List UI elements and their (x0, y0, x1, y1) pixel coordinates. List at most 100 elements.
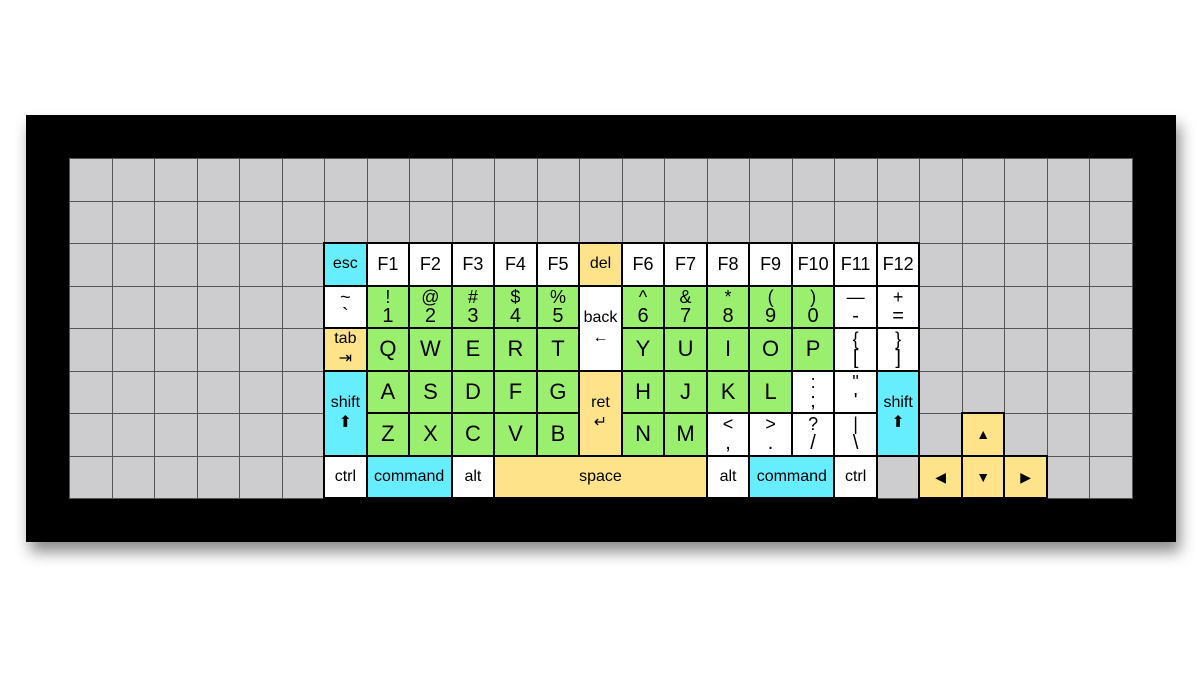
key-arrow-right[interactable]: ▶ (1003, 454, 1048, 499)
key-shift-right[interactable]: shift ⬆ (875, 369, 921, 457)
key-f9[interactable]: F9 (748, 242, 793, 287)
key-7[interactable]: & 7 (663, 284, 708, 329)
key-i[interactable]: I (705, 327, 751, 372)
key-g[interactable]: G (535, 369, 581, 414)
key-f2[interactable]: F2 (408, 242, 453, 287)
key-label: O (762, 336, 780, 362)
key-f10[interactable]: F10 (790, 242, 836, 287)
key-slash[interactable]: ? / (790, 412, 836, 457)
key-equals[interactable]: + = (875, 284, 921, 329)
key-f11[interactable]: F11 (833, 242, 878, 287)
key-backslash[interactable]: | \ (833, 412, 878, 457)
key-left-bracket[interactable]: {[ (833, 327, 878, 372)
key-9[interactable]: (9 (748, 284, 793, 329)
key-h[interactable]: H (620, 369, 666, 414)
key-del[interactable]: del (578, 242, 623, 287)
key-b[interactable]: B (535, 412, 581, 457)
key-j[interactable]: J (663, 369, 708, 414)
key-shift-left[interactable]: shift ⬆ (323, 369, 368, 457)
key-y[interactable]: Y (620, 327, 666, 372)
key-right-bracket[interactable]: }] (875, 327, 921, 372)
key-backspace[interactable]: back ← (578, 284, 623, 372)
key-legend: % 5 (550, 288, 566, 326)
key-s[interactable]: S (408, 369, 453, 414)
key-space[interactable]: space (493, 454, 708, 499)
key-label: L (764, 378, 777, 404)
key-esc[interactable]: esc (323, 242, 368, 287)
key-1[interactable]: ! 1 (365, 284, 411, 329)
key-quote[interactable]: " ' (833, 369, 878, 414)
key-base-label: 8 (722, 304, 734, 327)
key-label: M (676, 421, 695, 447)
shift-arrow-icon: ⬆ (891, 414, 905, 431)
key-t[interactable]: T (535, 327, 581, 372)
key-n[interactable]: N (620, 412, 666, 457)
key-period[interactable]: >. (748, 412, 793, 457)
key-3[interactable]: #3 (450, 284, 496, 329)
key-f7[interactable]: F7 (663, 242, 708, 287)
key-z[interactable]: Z (365, 412, 411, 457)
grid-cell (1046, 413, 1091, 457)
key-2[interactable]: @2 (408, 284, 453, 329)
key-d[interactable]: D (450, 369, 496, 414)
key-semicolon[interactable]: :; (790, 369, 836, 414)
grid-cell (69, 328, 113, 372)
key-4[interactable]: $4 (493, 284, 538, 329)
key-a[interactable]: A (365, 369, 411, 414)
key-f6[interactable]: F6 (620, 242, 666, 287)
key-f3[interactable]: F3 (450, 242, 496, 287)
key-f1[interactable]: F1 (365, 242, 411, 287)
key-tilde[interactable]: ~ ` (323, 284, 368, 329)
key-x[interactable]: X (408, 412, 453, 457)
key-e[interactable]: E (450, 327, 496, 372)
key-minus[interactable]: — - (833, 284, 878, 329)
grid-cell (111, 285, 156, 329)
key-command-left[interactable]: command (365, 454, 453, 499)
key-tab[interactable]: tab ⇥ (323, 327, 368, 372)
key-arrow-down[interactable]: ▼ (960, 454, 1006, 499)
key-arrow-left[interactable]: ◀ (918, 454, 963, 499)
key-label: F1 (377, 254, 399, 275)
key-f[interactable]: F (493, 369, 538, 414)
key-base-label: 9 (765, 304, 777, 327)
grid-cell (621, 200, 666, 244)
key-8[interactable]: * 8 (705, 284, 751, 329)
key-command-right[interactable]: command (748, 454, 836, 499)
key-return[interactable]: ret ↵ (578, 369, 623, 457)
left-arrow-icon: ← (592, 329, 609, 346)
key-m[interactable]: M (663, 412, 708, 457)
key-shift-label: | (853, 414, 858, 435)
key-5[interactable]: % 5 (535, 284, 581, 329)
key-ctrl-right[interactable]: ctrl (833, 454, 878, 499)
key-v[interactable]: V (493, 412, 538, 457)
key-f4[interactable]: F4 (493, 242, 538, 287)
key-l[interactable]: L (748, 369, 793, 414)
key-o[interactable]: O (748, 327, 793, 372)
key-p[interactable]: P (790, 327, 836, 372)
key-alt-left[interactable]: alt (450, 454, 496, 499)
grid-cell (961, 200, 1006, 244)
grid-cell (111, 413, 156, 457)
key-base-label: 1 (382, 304, 394, 327)
key-0[interactable]: ) 0 (790, 284, 836, 329)
key-alt-right[interactable]: alt (705, 454, 751, 499)
key-u[interactable]: U (663, 327, 708, 372)
grid-cell (239, 370, 283, 414)
key-w[interactable]: W (408, 327, 453, 372)
key-ctrl-left[interactable]: ctrl (323, 454, 368, 499)
key-comma[interactable]: <, (705, 412, 751, 457)
key-f12[interactable]: F12 (875, 242, 921, 287)
key-k[interactable]: K (705, 369, 751, 414)
key-label: back (583, 309, 618, 326)
key-f8[interactable]: F8 (705, 242, 751, 287)
key-6[interactable]: ^ 6 (620, 284, 666, 329)
key-arrow-up[interactable]: ▲ (960, 412, 1006, 457)
key-q[interactable]: Q (365, 327, 411, 372)
grid-cell (1004, 243, 1048, 287)
grid-cell (961, 328, 1006, 372)
key-c[interactable]: C (450, 412, 496, 457)
key-f5[interactable]: F5 (535, 242, 581, 287)
key-label: G (549, 378, 567, 404)
key-r[interactable]: R (493, 327, 538, 372)
grid-cell (281, 200, 326, 244)
